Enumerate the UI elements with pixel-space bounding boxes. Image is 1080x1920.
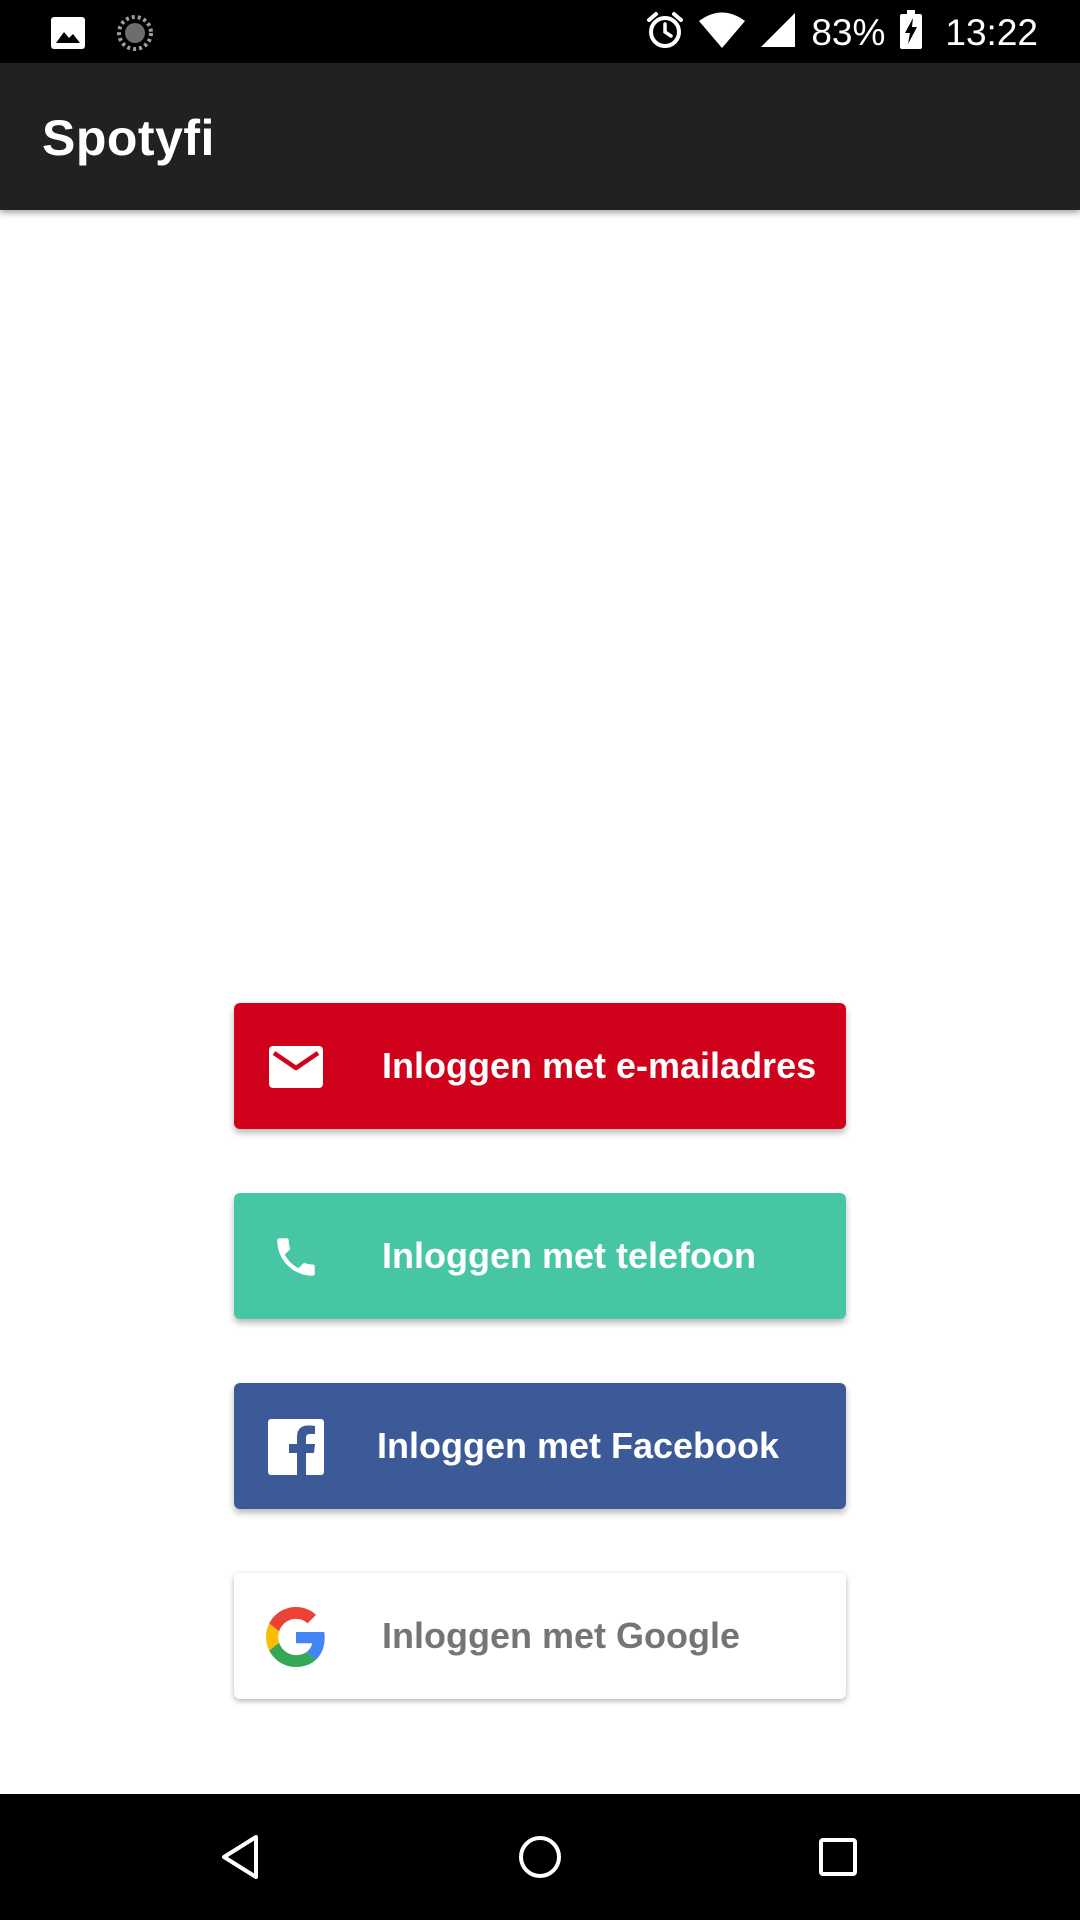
recents-icon[interactable] <box>808 1827 868 1887</box>
login-phone-button[interactable]: Inloggen met telefoon <box>234 1193 846 1319</box>
login-facebook-label: Inloggen met Facebook <box>377 1425 780 1466</box>
navigation-bar <box>0 1794 1080 1920</box>
login-email-button[interactable]: Inloggen met e-mailadres <box>234 1003 846 1129</box>
app-title: Spotyfi <box>42 110 215 166</box>
status-time: 13:22 <box>945 11 1038 53</box>
login-google-button[interactable]: Inloggen met Google <box>234 1573 846 1699</box>
battery-percent: 83% <box>811 11 886 53</box>
login-google-label: Inloggen met Google <box>382 1615 740 1656</box>
app-bar: Spotyfi <box>0 63 1080 210</box>
home-icon[interactable] <box>510 1827 570 1887</box>
facebook-icon <box>266 1417 326 1477</box>
status-bar: 83% 13:22 <box>0 0 1080 63</box>
google-icon <box>266 1607 326 1667</box>
battery-charging-icon <box>899 9 923 55</box>
back-icon[interactable] <box>210 1827 270 1887</box>
sync-icon <box>116 14 154 57</box>
status-notifications <box>50 14 154 57</box>
login-phone-label: Inloggen met telefoon <box>382 1235 756 1276</box>
wifi-icon <box>699 12 746 53</box>
login-email-label: Inloggen met e-mailadres <box>382 1045 817 1086</box>
mail-icon <box>266 1037 326 1097</box>
status-system: 83% 13:22 <box>645 8 1038 56</box>
signal-icon <box>759 11 797 54</box>
alarm-icon <box>645 10 685 55</box>
login-facebook-button[interactable]: Inloggen met Facebook <box>234 1383 846 1509</box>
image-icon <box>50 16 86 55</box>
phone-icon <box>266 1227 326 1287</box>
